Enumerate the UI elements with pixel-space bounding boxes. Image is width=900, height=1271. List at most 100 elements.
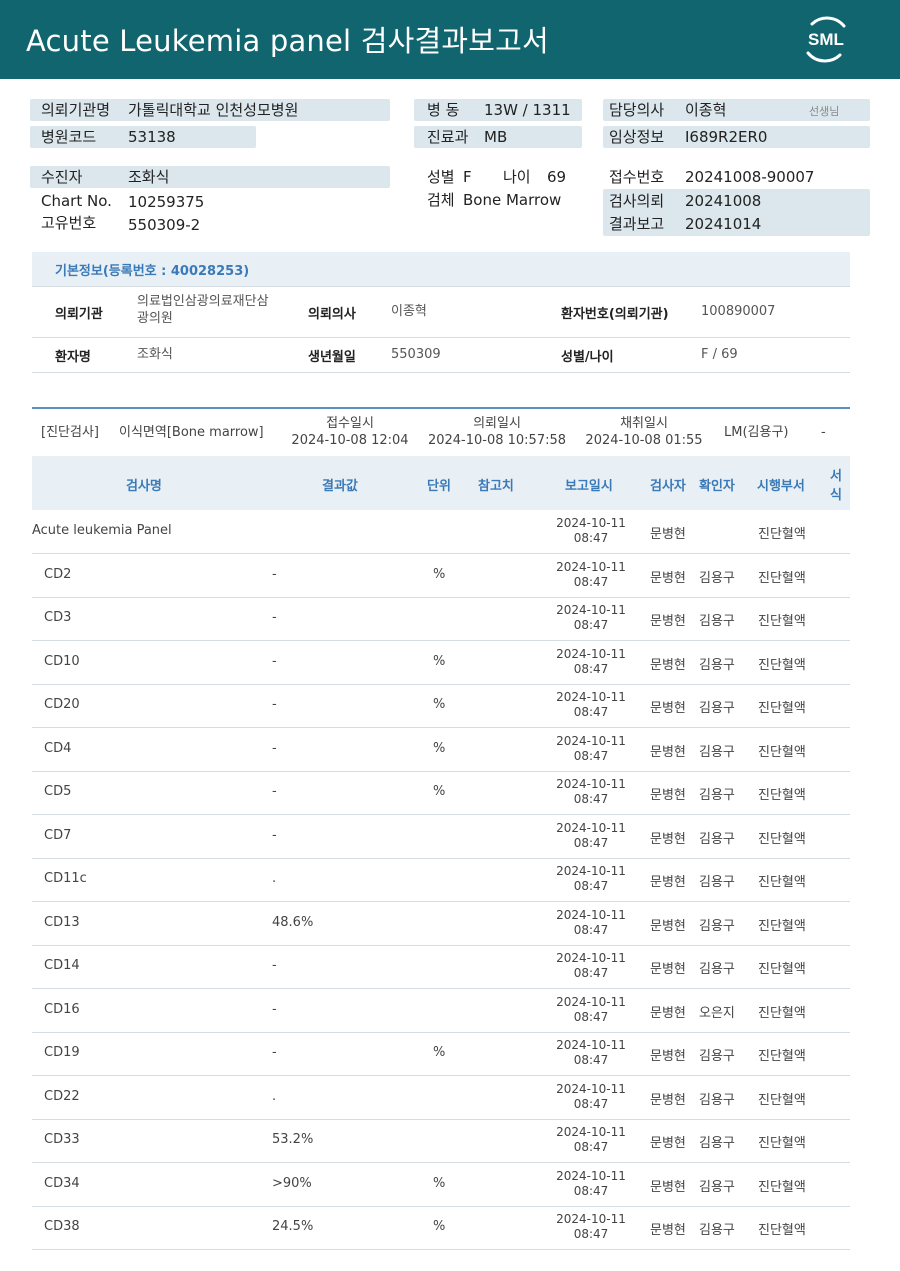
- report-date: 2024-10-11: [556, 951, 626, 965]
- institution-label: 의뢰기관명: [41, 101, 111, 119]
- confirmer-cell: 김용구: [699, 1136, 735, 1151]
- report-date-cell: 2024-10-11 08:47: [548, 560, 634, 590]
- table-row: CD16 - 문병현 오은지 진단혈액 2024-10-11 08:47: [32, 989, 850, 1033]
- test-name-cell: CD34: [44, 1175, 80, 1191]
- test-name-cell: CD3: [44, 610, 72, 625]
- patient-label: 수진자: [41, 168, 83, 186]
- sex-label: 성별: [427, 168, 455, 186]
- confirmer-cell: 김용구: [699, 657, 735, 673]
- section-divider: [32, 407, 850, 409]
- result-cell: .: [272, 871, 277, 886]
- confirmer-cell: 김용구: [699, 918, 735, 934]
- table-row: Acute leukemia Panel 문병현 진단혈액 2024-10-11 08:…: [32, 510, 850, 554]
- dept-cell: 진단혈액: [758, 918, 806, 934]
- institution-value: 가톨릭대학교 인천성모병원: [128, 101, 299, 119]
- report-time: 08:47: [573, 705, 609, 719]
- report-time: 08:47: [573, 1140, 609, 1154]
- result-report-label: 결과보고: [609, 215, 665, 233]
- basic-inst-label: 의뢰기관: [55, 307, 103, 322]
- chart-no-value: 10259375: [128, 193, 205, 211]
- report-date: 2024-10-11: [556, 1038, 626, 1052]
- basic-dob-label: 생년월일: [308, 350, 356, 365]
- table-row: CD10 -% 문병현 김용구 진단혈액 2024-10-11 08:47: [32, 641, 850, 685]
- table-row: CD13 48.6% 문병현 김용구 진단혈액 2024-10-11 08:47: [32, 902, 850, 946]
- report-date: 2024-10-11: [556, 516, 626, 530]
- report-date: 2024-10-11: [556, 559, 626, 574]
- result-cell: 53.2%: [272, 1132, 314, 1147]
- tester-cell: 문병현: [650, 875, 686, 890]
- diag-request-label: 의뢰일시: [473, 416, 521, 431]
- unit-cell: %: [433, 1219, 446, 1234]
- tester-cell: 문병현: [650, 918, 686, 934]
- report-date: 2024-10-11: [556, 603, 626, 617]
- basic-inst-value-2: 광의원: [137, 311, 173, 326]
- report-date: 2024-10-11: [556, 646, 626, 661]
- tester-cell: 문병현: [650, 1136, 686, 1151]
- unit-cell: %: [433, 1175, 446, 1191]
- report-date-cell: 2024-10-11 08:47: [548, 908, 634, 938]
- report-date-cell: 2024-10-11 08:47: [548, 734, 634, 764]
- result-cell: .: [272, 1088, 277, 1104]
- report-time: 08:47: [573, 574, 609, 589]
- confirmer-cell: 김용구: [699, 962, 735, 977]
- dept-cell: 진단혈액: [758, 614, 806, 629]
- basic-inst-value-1: 의료법인삼광의료재단삼: [137, 294, 269, 309]
- clinical-value: I689R2ER0: [685, 128, 768, 146]
- tester-cell: 문병현: [650, 962, 686, 977]
- confirmer-cell: 김용구: [699, 614, 735, 629]
- report-header: Acute Leukemia panel 검사결과보고서 SML: [0, 0, 900, 79]
- report-time: 08:47: [573, 1227, 609, 1241]
- result-cell: -: [272, 566, 277, 582]
- test-name-cell: CD38: [44, 1219, 80, 1234]
- dept-cell: 진단혈액: [758, 875, 806, 890]
- tester-cell: 문병현: [650, 657, 686, 673]
- tester-cell: 문병현: [650, 788, 686, 803]
- result-cell: -: [272, 653, 277, 669]
- basic-sexage-value: F / 69: [701, 347, 738, 362]
- basic-sexage-label: 성별/나이: [561, 350, 614, 365]
- report-time: 08:47: [573, 661, 609, 676]
- col-form-header-2: 식: [830, 488, 842, 503]
- specimen-label: 검체: [427, 191, 455, 209]
- result-cell: 48.6%: [272, 914, 314, 930]
- table-row: CD19 -% 문병현 김용구 진단혈액 2024-10-11 08:47: [32, 1032, 850, 1076]
- report-date-cell: 2024-10-11 08:47: [548, 1082, 634, 1112]
- tester-cell: 문병현: [650, 744, 686, 760]
- report-time: 08:47: [573, 618, 609, 632]
- table-row: CD14 - 문병현 김용구 진단혈액 2024-10-11 08:47: [32, 945, 850, 989]
- table-row: CD33 53.2% 문병현 김용구 진단혈액 2024-10-11 08:47: [32, 1119, 850, 1163]
- tester-cell: 문병현: [650, 1092, 686, 1108]
- dept-cell: 진단혈액: [758, 1092, 806, 1108]
- report-time: 08:47: [573, 1183, 609, 1198]
- tester-cell: 문병현: [650, 527, 686, 542]
- confirmer-cell: 김용구: [699, 1049, 735, 1064]
- test-name-cell: CD5: [44, 784, 72, 799]
- ward-value: 13W / 1311: [484, 101, 571, 119]
- test-name-cell: CD22: [44, 1088, 80, 1104]
- table-row: CD4 -% 문병현 김용구 진단혈액 2024-10-11 08:47: [32, 728, 850, 772]
- diag-collect-value: 2024-10-08 01:55: [585, 433, 703, 448]
- dept-label: 진료과: [427, 128, 469, 146]
- report-date: 2024-10-11: [556, 994, 626, 1009]
- diag-receipt-label: 접수일시: [326, 416, 374, 431]
- report-date: 2024-10-11: [556, 1168, 626, 1183]
- confirmer-cell: 김용구: [699, 831, 735, 847]
- test-name-cell: Acute leukemia Panel: [32, 523, 172, 538]
- report-date-cell: 2024-10-11 08:47: [548, 516, 634, 546]
- test-name-cell: CD2: [44, 566, 72, 582]
- table-row: CD20 -% 문병현 김용구 진단혈액 2024-10-11 08:47: [32, 684, 850, 728]
- tester-cell: 문병현: [650, 1005, 686, 1021]
- dept-cell: 진단혈액: [758, 962, 806, 977]
- result-cell: -: [272, 610, 277, 625]
- confirmer-cell: 오은지: [699, 1005, 735, 1021]
- doctor-suffix: 선생님: [809, 105, 840, 118]
- test-name-cell: CD13: [44, 914, 80, 930]
- col-report-header: 보고일시: [565, 479, 613, 494]
- confirmer-cell: 김용구: [699, 875, 735, 890]
- dept-cell: 진단혈액: [758, 744, 806, 760]
- col-result-header: 결과값: [322, 479, 358, 494]
- result-cell: -: [272, 1045, 277, 1060]
- specimen-value: Bone Marrow: [463, 191, 562, 209]
- dept-cell: 진단혈액: [758, 1049, 806, 1064]
- svg-text:SML: SML: [808, 30, 844, 49]
